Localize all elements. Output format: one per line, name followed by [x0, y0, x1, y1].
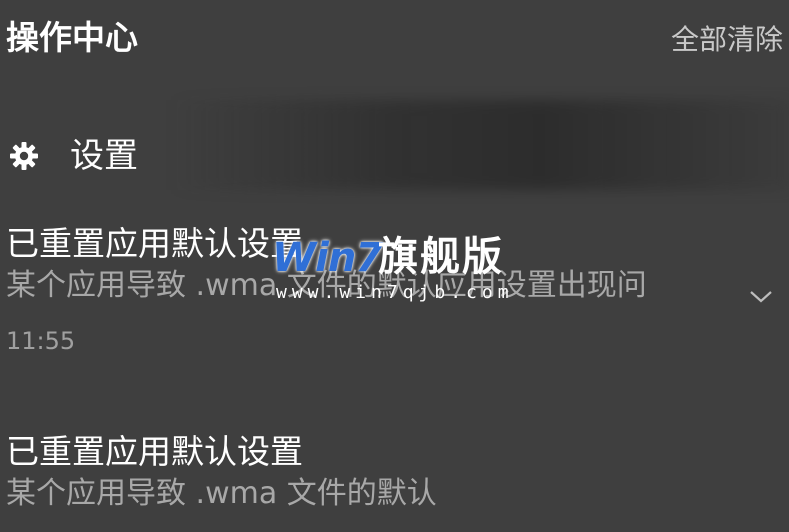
action-center-panel: 操作中心 全部清除 设置 已重置应用默认设置 某个应用导致 .wma 文件的默认… — [0, 0, 789, 532]
gear-icon — [10, 142, 38, 170]
acrylic-background — [170, 100, 789, 190]
clear-all-button[interactable]: 全部清除 — [671, 22, 783, 58]
notification-title: 已重置应用默认设置 — [6, 432, 303, 471]
notification-time: 11:55 — [6, 327, 76, 355]
group-label: 设置 — [70, 136, 138, 176]
notification-body: 某个应用导致 .wma 文件的默认 — [6, 476, 437, 511]
text-fade — [706, 266, 746, 306]
page-title: 操作中心 — [6, 18, 138, 57]
action-center-header: 操作中心 全部清除 — [0, 0, 789, 80]
watermark-url: www.win7qjb.com — [276, 282, 514, 303]
text-fade — [466, 474, 506, 514]
watermark: Win7 旗舰版 www.win7qjb.com — [268, 232, 509, 312]
notification-body-wrap: 某个应用导致 .wma 文件的默认 — [6, 474, 506, 514]
watermark-logo: Win7 — [272, 235, 383, 281]
notification-item[interactable]: 已重置应用默认设置 某个应用导致 .wma 文件的默认 — [6, 430, 786, 532]
chevron-down-icon[interactable] — [746, 286, 776, 306]
watermark-name: 旗舰版 — [378, 234, 504, 280]
notification-group-header-settings[interactable]: 设置 — [8, 132, 138, 180]
